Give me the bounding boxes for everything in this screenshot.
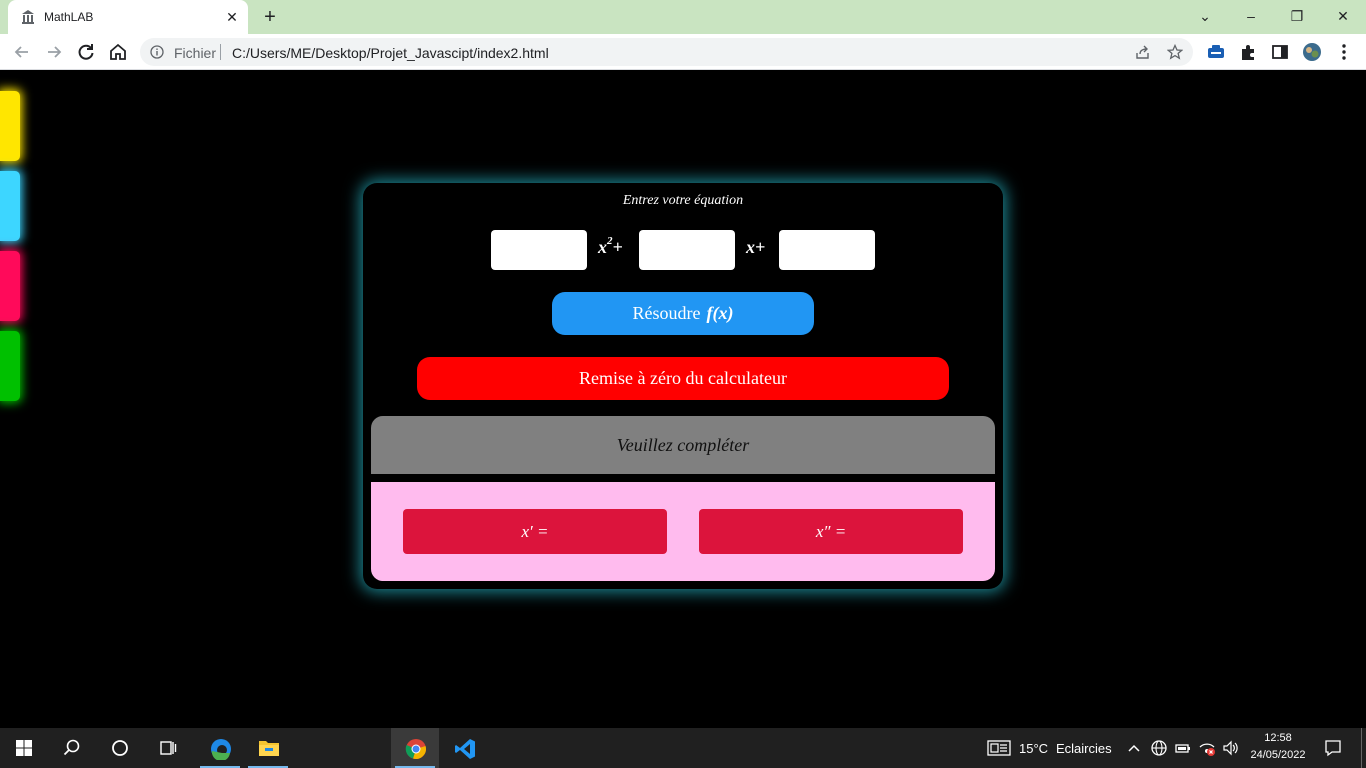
profile-avatar[interactable]	[1302, 42, 1322, 62]
vscode-icon	[455, 739, 475, 759]
solve-button-fx: f(x)	[706, 303, 734, 323]
reload-icon[interactable]	[76, 42, 96, 62]
term-x-squared-plus: +	[612, 237, 623, 257]
taskbar-vscode[interactable]	[440, 728, 488, 768]
battery-plug-icon[interactable]	[1174, 740, 1192, 756]
root-x2-output: x″ =	[699, 509, 963, 554]
task-view-button[interactable]	[144, 728, 192, 768]
network-disconnected-icon[interactable]	[1198, 739, 1216, 757]
calculator-title: Entrez votre équation	[622, 193, 744, 208]
show-desktop-divider[interactable]	[1361, 728, 1362, 768]
address-bar[interactable]: Fichier C:/Users/ME/Desktop/Projet_Javas…	[140, 38, 1193, 66]
side-tab-yellow[interactable]	[0, 91, 20, 161]
tab-close-icon[interactable]: ✕	[224, 8, 240, 26]
share-icon[interactable]	[1135, 44, 1151, 60]
windows-taskbar: 15°C Eclaircies 12:58 24/05/2022	[0, 728, 1366, 768]
new-tab-button[interactable]: +	[260, 6, 280, 28]
forward-arrow-icon[interactable]	[44, 42, 64, 62]
chrome-browser-icon	[405, 739, 426, 759]
term-x-squared: x2+	[598, 235, 623, 258]
clock-date[interactable]: 24/05/2022	[1246, 749, 1310, 761]
reset-button[interactable]: Remise à zéro du calculateur	[417, 357, 949, 400]
address-scheme: Fichier	[174, 45, 217, 61]
weather-temperature[interactable]: 15°C	[1019, 741, 1048, 756]
coefficient-c-input[interactable]	[779, 230, 875, 270]
side-tab-pink[interactable]	[0, 251, 20, 321]
taskbar-chrome[interactable]	[391, 728, 439, 768]
taskbar-search-button[interactable]	[48, 728, 96, 768]
back-arrow-icon[interactable]	[12, 42, 32, 62]
term-x: x+	[746, 237, 766, 257]
volume-icon[interactable]	[1222, 739, 1240, 757]
extension-badge-icon[interactable]	[1206, 42, 1226, 62]
chrome-menu-icon[interactable]	[1334, 42, 1354, 62]
notification-center-icon[interactable]	[1324, 739, 1342, 757]
start-button[interactable]	[0, 728, 48, 768]
solve-button[interactable]: Résoudre f(x)	[552, 292, 814, 335]
calculator-card: Entrez votre équation x2+ x+ Résoudre f(x…	[363, 183, 1003, 589]
cortana-button[interactable]	[96, 728, 144, 768]
term-x-squared-base: x	[598, 237, 607, 257]
edge-browser-icon	[211, 739, 231, 760]
home-icon[interactable]	[108, 42, 128, 62]
results-panel: x′ = x″ =	[371, 482, 995, 581]
taskbar-file-explorer[interactable]	[244, 728, 292, 768]
temple-favicon-icon	[22, 10, 34, 24]
minimize-button[interactable]: –	[1239, 5, 1263, 27]
side-tab-cyan[interactable]	[0, 171, 20, 241]
folder-icon	[259, 741, 279, 756]
tab-title: MathLAB	[44, 10, 94, 24]
task-view-icon	[160, 741, 177, 755]
address-divider	[220, 44, 221, 60]
search-icon	[63, 739, 80, 756]
browser-tab-strip: MathLAB ✕ + ⌄ – ❐ ✕	[0, 0, 1366, 34]
windows-logo-icon	[16, 740, 32, 756]
side-tab-green[interactable]	[0, 331, 20, 401]
weather-description[interactable]: Eclaircies	[1056, 741, 1112, 756]
coefficient-a-input[interactable]	[491, 230, 587, 270]
browser-tab[interactable]: MathLAB ✕	[8, 0, 248, 34]
side-panel-icon[interactable]	[1270, 42, 1290, 62]
restore-button[interactable]: ❐	[1285, 5, 1309, 27]
clock-time[interactable]: 12:58	[1246, 732, 1310, 744]
root-x1-output: x′ =	[403, 509, 667, 554]
status-message: Veuillez compléter	[371, 416, 995, 474]
term-x-squared-exponent: 2	[607, 235, 613, 247]
language-globe-icon[interactable]	[1150, 739, 1168, 757]
browser-toolbar: Fichier C:/Users/ME/Desktop/Projet_Javas…	[0, 34, 1366, 70]
news-weather-icon[interactable]	[987, 739, 1011, 757]
extensions-puzzle-icon[interactable]	[1238, 42, 1258, 62]
show-hidden-icons-chevron-icon[interactable]	[1127, 742, 1141, 754]
taskbar-edge[interactable]	[196, 728, 244, 768]
coefficient-b-input[interactable]	[639, 230, 735, 270]
bookmark-star-icon[interactable]	[1167, 44, 1183, 60]
site-info-icon[interactable]	[150, 45, 164, 59]
page-viewport: Entrez votre équation x2+ x+ Résoudre f(x…	[0, 71, 1366, 728]
tab-search-chevron-icon[interactable]: ⌄	[1193, 5, 1217, 27]
close-window-button[interactable]: ✕	[1331, 5, 1355, 27]
address-url[interactable]: C:/Users/ME/Desktop/Projet_Javascipt/ind…	[232, 45, 549, 61]
cortana-circle-icon	[112, 740, 128, 756]
solve-button-label: Résoudre	[632, 303, 701, 323]
